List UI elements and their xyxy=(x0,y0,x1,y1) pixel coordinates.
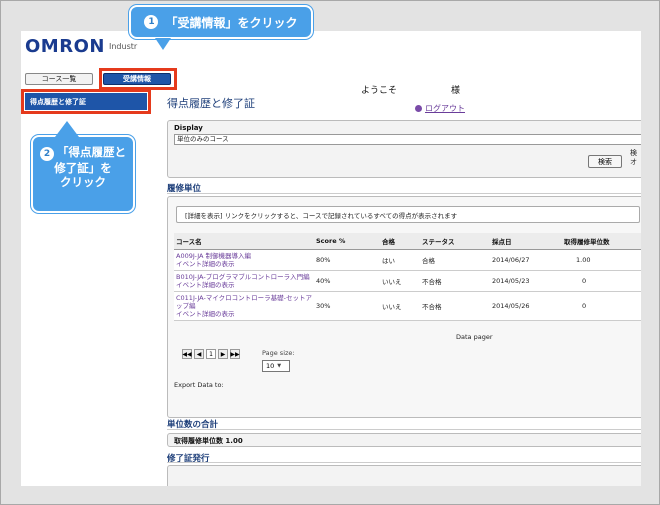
step-1-badge: 1 xyxy=(144,15,159,29)
pager: ◀◀ ◀ 1 ▶ ▶▶ xyxy=(182,349,240,359)
last-page-icon[interactable]: ▶▶ xyxy=(230,349,240,359)
course-cell: A009J-JA 制御機器導入編 イベント詳細の表示 xyxy=(174,249,314,271)
history-table: コース名 Score % 合格 ステータス 採点日 取得履修単位数 A009J-… xyxy=(174,233,641,321)
callout-2-pointer xyxy=(55,121,79,137)
credits-cell: 0 xyxy=(562,270,641,292)
browser-page: OMRON Industr コース一覧 受講情報 得点履歴と修了証 ようこそ 様… xyxy=(21,31,641,486)
event-detail-link[interactable]: イベント詳細の表示 xyxy=(176,281,312,289)
col-credits[interactable]: 取得履修単位数 xyxy=(562,233,641,250)
display-select[interactable]: 単位のみのコース xyxy=(174,134,641,145)
callout-1-pointer xyxy=(155,38,171,50)
table-row: B010J-JA-プログラマブルコントローラ入門編 イベント詳細の表示 40% … xyxy=(174,270,641,292)
status-cell: 不合格 xyxy=(420,270,490,292)
col-status[interactable]: ステータス xyxy=(420,233,490,250)
totals-panel: 取得履修単位数 1.00 xyxy=(167,433,641,447)
pass-cell: はい xyxy=(380,249,420,271)
first-page-icon[interactable]: ◀◀ xyxy=(182,349,192,359)
welcome-text: ようこそ xyxy=(361,86,398,96)
certificate-panel xyxy=(167,465,641,486)
callout-step-1: 1 「受講情報」をクリック xyxy=(129,5,313,39)
callout-2-line-3: クリック xyxy=(60,175,106,189)
score-cell: 30% xyxy=(314,291,380,321)
event-detail-link[interactable]: イベント詳細の表示 xyxy=(176,310,312,318)
logout-label: ログアウト xyxy=(425,104,465,113)
callout-2-line-2: 修了証」を xyxy=(54,161,112,175)
status-cell: 合格 xyxy=(420,249,490,271)
date-cell: 2014/05/23 xyxy=(490,270,562,292)
table-header-row: コース名 Score % 合格 ステータス 採点日 取得履修単位数 xyxy=(174,233,641,250)
score-cell: 40% xyxy=(314,270,380,292)
status-cell: 不合格 xyxy=(420,291,490,321)
highlight-score-history xyxy=(21,89,151,114)
course-name-link[interactable]: C011J-JA-マイクロコントローラ基礎-セットアップ編 xyxy=(176,294,312,310)
display-label: Display xyxy=(174,124,203,132)
date-cell: 2014/06/27 xyxy=(490,249,562,271)
credits-cell: 0 xyxy=(562,291,641,321)
pass-cell: いいえ xyxy=(380,291,420,321)
credits-cell: 1.00 xyxy=(562,249,641,271)
divider xyxy=(167,429,641,430)
export-label: Export Data to: xyxy=(174,381,224,389)
course-name-link[interactable]: A009J-JA 制御機器導入編 xyxy=(176,252,312,260)
user-honorific: 様 xyxy=(451,86,461,96)
score-cell: 80% xyxy=(314,249,380,271)
course-name-link[interactable]: B010J-JA-プログラマブルコントローラ入門編 xyxy=(176,273,312,281)
prev-page-icon[interactable]: ◀ xyxy=(194,349,204,359)
history-panel: [詳細を表示] リンクをクリックすると、コースで記録されているすべての得点が表示… xyxy=(167,196,641,418)
search-button[interactable]: 検索 xyxy=(588,155,622,168)
page-title: 得点履歴と修了証 xyxy=(167,97,255,110)
divider xyxy=(167,462,641,463)
table-row: C011J-JA-マイクロコントローラ基礎-セットアップ編 イベント詳細の表示 … xyxy=(174,291,641,321)
omron-logo: OMRON xyxy=(25,36,105,57)
logo-tagline: Industr xyxy=(109,42,138,51)
logout-link[interactable]: ログアウト xyxy=(415,103,465,114)
col-pass[interactable]: 合格 xyxy=(380,233,420,250)
col-score[interactable]: Score % xyxy=(314,233,380,250)
logout-icon xyxy=(415,105,422,112)
callout-1-text: 「受講情報」をクリック xyxy=(165,15,298,30)
event-detail-link[interactable]: イベント詳細の表示 xyxy=(176,260,312,268)
divider xyxy=(167,193,641,194)
page-size-select[interactable]: 10 ▼ xyxy=(262,360,290,372)
date-cell: 2014/05/26 xyxy=(490,291,562,321)
total-credits: 取得履修単位数 1.00 xyxy=(174,437,243,445)
col-course[interactable]: コース名 xyxy=(174,233,314,250)
search-extra-label: 検 オ xyxy=(630,149,637,166)
course-cell: B010J-JA-プログラマブルコントローラ入門編 イベント詳細の表示 xyxy=(174,270,314,292)
screenshot-frame: OMRON Industr コース一覧 受講情報 得点履歴と修了証 ようこそ 様… xyxy=(0,0,660,505)
course-list-button[interactable]: コース一覧 xyxy=(25,73,93,85)
callout-step-2: 2 「得点履歴と 修了証」を クリック xyxy=(31,135,135,213)
history-hint: [詳細を表示] リンクをクリックすると、コースで記録されているすべての得点が表示… xyxy=(176,206,640,223)
display-filter-panel: Display 単位のみのコース 検索 検 オ xyxy=(167,120,641,178)
callout-2-line-1: 「得点履歴と xyxy=(57,145,126,159)
course-cell: C011J-JA-マイクロコントローラ基礎-セットアップ編 イベント詳細の表示 xyxy=(174,291,314,321)
pager-label: Data pager xyxy=(456,333,493,341)
highlight-course-info xyxy=(99,68,177,90)
next-page-icon[interactable]: ▶ xyxy=(218,349,228,359)
chevron-down-icon: ▼ xyxy=(277,363,282,369)
page-size-value: 10 xyxy=(266,362,275,370)
pass-cell: いいえ xyxy=(380,270,420,292)
page-size-label: Page size: xyxy=(262,349,295,357)
table-row: A009J-JA 制御機器導入編 イベント詳細の表示 80% はい 合格 201… xyxy=(174,249,641,271)
col-date[interactable]: 採点日 xyxy=(490,233,562,250)
step-2-badge: 2 xyxy=(40,147,54,161)
page-number-button[interactable]: 1 xyxy=(206,349,216,359)
